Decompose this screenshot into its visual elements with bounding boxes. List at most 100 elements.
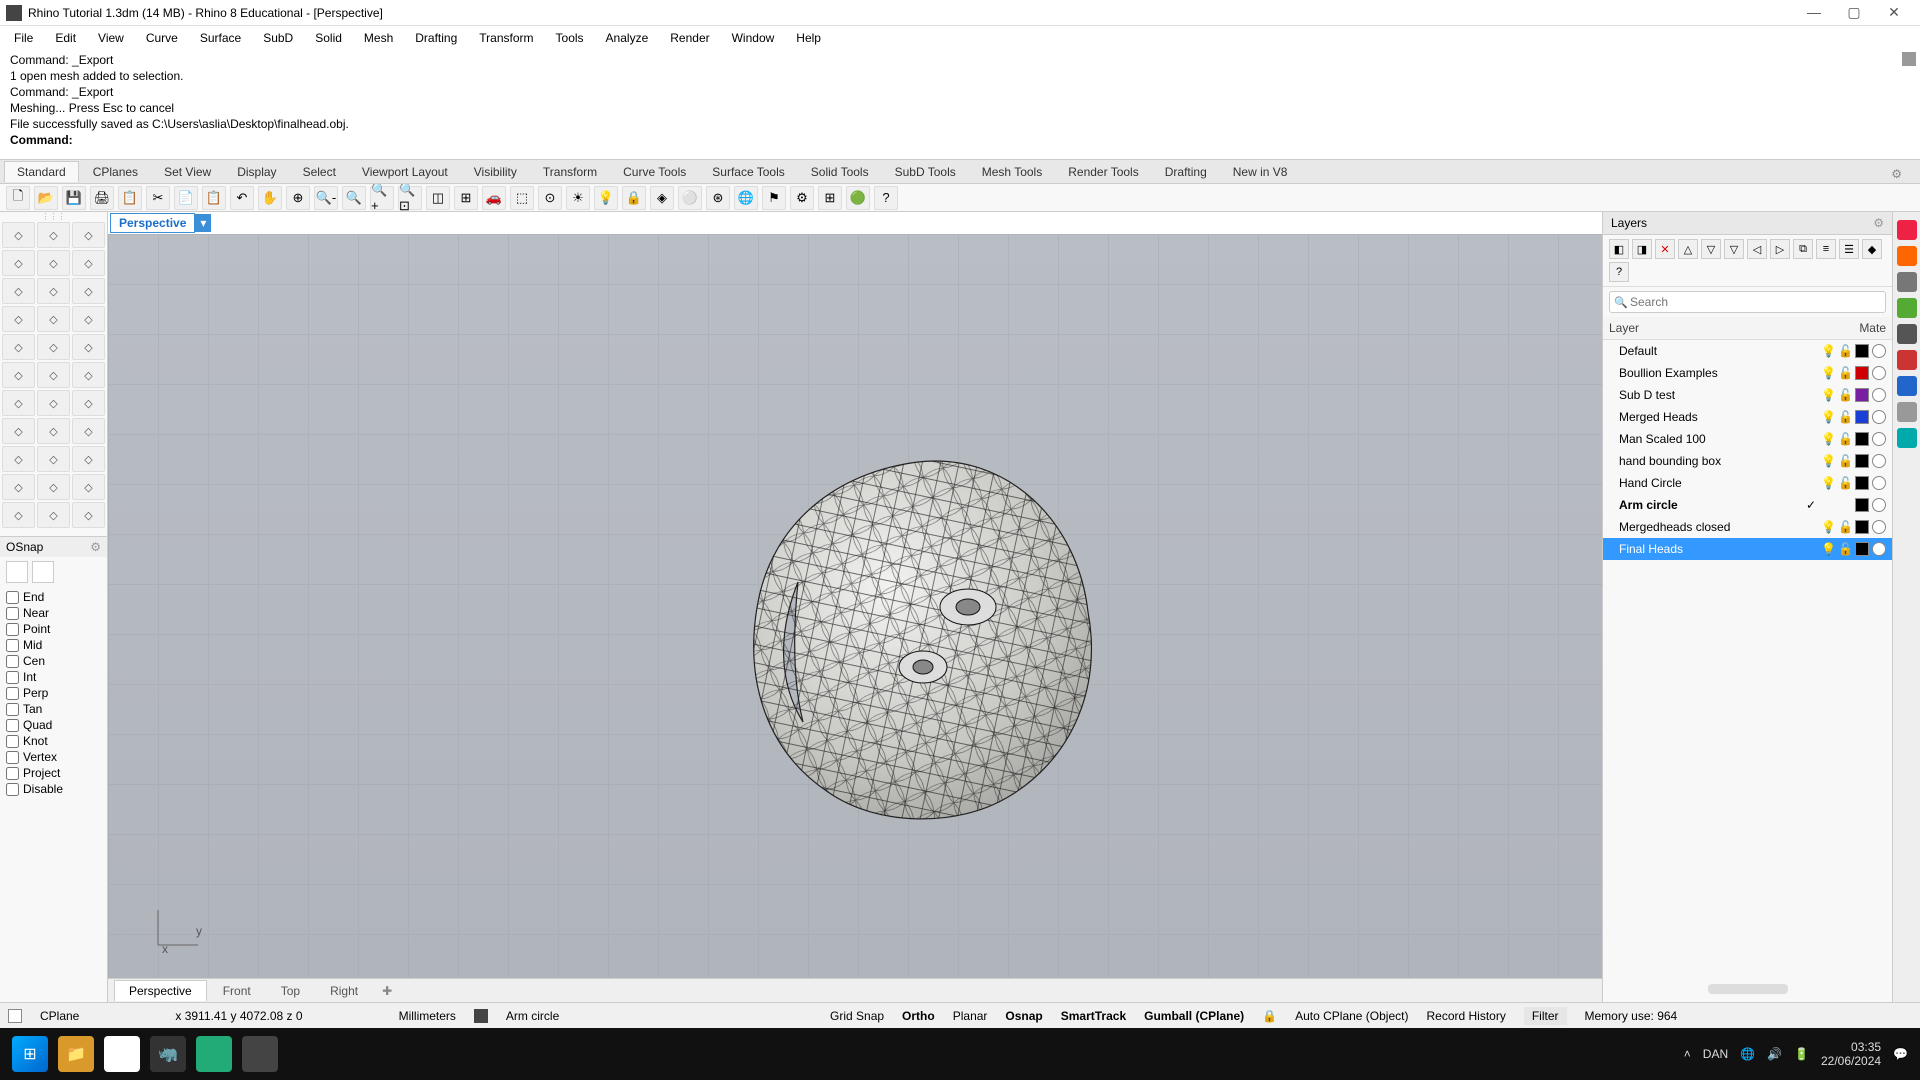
command-input[interactable]	[76, 133, 1596, 147]
menu-surface[interactable]: Surface	[190, 29, 251, 47]
osnap-knot[interactable]: Knot	[6, 733, 101, 749]
taskbar-app-icon-1[interactable]	[196, 1036, 232, 1072]
toolbar-button-3[interactable]: 🖨	[90, 186, 114, 210]
toolbar-tab-mesh-tools[interactable]: Mesh Tools	[970, 162, 1054, 182]
layer-visibility-icon[interactable]: 💡	[1821, 410, 1835, 424]
status-toggle-gumball-cplane-[interactable]: Gumball (CPlane)	[1144, 1009, 1244, 1023]
menu-view[interactable]: View	[88, 29, 134, 47]
sidebar-tab-2[interactable]	[1897, 246, 1917, 266]
osnap-checkbox-int[interactable]	[6, 671, 19, 684]
tool-button-30[interactable]: ◇	[2, 502, 35, 528]
layer-visibility-icon[interactable]: 💡	[1821, 366, 1835, 380]
layer-horizontal-scrollbar[interactable]	[1708, 984, 1788, 994]
toolbar-button-7[interactable]: 📋	[202, 186, 226, 210]
status-current-layer[interactable]: Arm circle	[506, 1009, 559, 1023]
osnap-near[interactable]: Near	[6, 605, 101, 621]
osnap-tool-1[interactable]	[6, 561, 28, 583]
toolbar-button-30[interactable]: 🟢	[846, 186, 870, 210]
menu-analyze[interactable]: Analyze	[596, 29, 659, 47]
viewport-menu-dropdown[interactable]: ▾	[195, 214, 211, 232]
tool-button-25[interactable]: ◇	[37, 446, 70, 472]
command-options-icon[interactable]	[1902, 52, 1916, 66]
osnap-checkbox-knot[interactable]	[6, 735, 19, 748]
minimize-button[interactable]: —	[1800, 4, 1828, 21]
osnap-mid[interactable]: Mid	[6, 637, 101, 653]
toolbar-tab-render-tools[interactable]: Render Tools	[1056, 162, 1151, 182]
osnap-project[interactable]: Project	[6, 765, 101, 781]
tool-button-5[interactable]: ◇	[72, 250, 105, 276]
layer-row[interactable]: Arm circle✓	[1603, 494, 1892, 516]
toolbar-tab-visibility[interactable]: Visibility	[462, 162, 529, 182]
layer-color-swatch[interactable]	[1855, 542, 1869, 556]
layer-row[interactable]: Boullion Examples💡🔓	[1603, 362, 1892, 384]
status-toggle-planar[interactable]: Planar	[953, 1009, 988, 1023]
layer-material-swatch[interactable]	[1872, 366, 1886, 380]
tool-button-14[interactable]: ◇	[72, 334, 105, 360]
status-units[interactable]: Millimeters	[399, 1009, 456, 1023]
tool-button-6[interactable]: ◇	[2, 278, 35, 304]
taskbar-chrome-icon[interactable]: ◉	[104, 1036, 140, 1072]
menu-tools[interactable]: Tools	[546, 29, 594, 47]
sidebar-tab-8[interactable]	[1897, 402, 1917, 422]
toolbar-button-4[interactable]: 📋	[118, 186, 142, 210]
tool-button-0[interactable]: ◇	[2, 222, 35, 248]
status-record-history[interactable]: Record History	[1426, 1009, 1505, 1023]
layer-visibility-icon[interactable]: 💡	[1821, 542, 1835, 556]
layer-visibility-icon[interactable]: 💡	[1821, 476, 1835, 490]
sidebar-tab-1[interactable]	[1897, 220, 1917, 240]
layers-panel-settings-icon[interactable]: ⚙	[1873, 216, 1884, 230]
toolbar-tab-surface-tools[interactable]: Surface Tools	[700, 162, 797, 182]
taskbar-explorer-icon[interactable]: 📁	[58, 1036, 94, 1072]
layer-toolbar-button-8[interactable]: ⧉	[1793, 239, 1813, 259]
tool-button-22[interactable]: ◇	[37, 418, 70, 444]
tool-button-2[interactable]: ◇	[72, 222, 105, 248]
toolbar-button-14[interactable]: 🔍⊡	[398, 186, 422, 210]
layer-color-swatch[interactable]	[1855, 454, 1869, 468]
tray-chevron-icon[interactable]: ˄	[1684, 1047, 1691, 1061]
toolbar-button-0[interactable]: 🗋	[6, 186, 30, 210]
tool-button-10[interactable]: ◇	[37, 306, 70, 332]
start-button[interactable]: ⊞	[12, 1036, 48, 1072]
viewport-tab-perspective[interactable]: Perspective	[114, 980, 207, 1001]
layer-material-swatch[interactable]	[1872, 498, 1886, 512]
viewport-tab-add[interactable]: ✚	[374, 981, 400, 1001]
layer-color-swatch[interactable]	[1855, 520, 1869, 534]
layer-color-swatch[interactable]	[1855, 432, 1869, 446]
layer-material-swatch[interactable]	[1872, 476, 1886, 490]
tool-button-13[interactable]: ◇	[37, 334, 70, 360]
layer-row[interactable]: Mergedheads closed💡🔓	[1603, 516, 1892, 538]
layer-visibility-icon[interactable]: 💡	[1821, 432, 1835, 446]
layer-color-swatch[interactable]	[1855, 344, 1869, 358]
layer-row[interactable]: Default💡🔓	[1603, 340, 1892, 362]
toolbar-tab-cplanes[interactable]: CPlanes	[81, 162, 150, 182]
layer-material-swatch[interactable]	[1872, 432, 1886, 446]
osnap-tool-2[interactable]	[32, 561, 54, 583]
osnap-int[interactable]: Int	[6, 669, 101, 685]
toolbar-button-31[interactable]: ?	[874, 186, 898, 210]
mesh-object[interactable]	[708, 432, 1128, 832]
layer-toolbar-button-4[interactable]: ▽	[1701, 239, 1721, 259]
layer-toolbar-button-6[interactable]: ◁	[1747, 239, 1767, 259]
status-toggle-osnap[interactable]: Osnap	[1005, 1009, 1042, 1023]
toolbar-button-28[interactable]: ⚙	[790, 186, 814, 210]
osnap-checkbox-perp[interactable]	[6, 687, 19, 700]
toolbar-button-12[interactable]: 🔍	[342, 186, 366, 210]
viewport-tab-front[interactable]: Front	[209, 981, 265, 1001]
viewport-tab-top[interactable]: Top	[267, 981, 314, 1001]
status-pane-toggle[interactable]	[8, 1009, 22, 1023]
status-toggle-smarttrack[interactable]: SmartTrack	[1061, 1009, 1126, 1023]
osnap-disable[interactable]: Disable	[6, 781, 101, 797]
toolbar-tab-subd-tools[interactable]: SubD Tools	[883, 162, 968, 182]
layer-lock-icon[interactable]: 🔓	[1838, 454, 1852, 468]
tool-button-26[interactable]: ◇	[72, 446, 105, 472]
osnap-checkbox-project[interactable]	[6, 767, 19, 780]
tool-button-24[interactable]: ◇	[2, 446, 35, 472]
tool-button-28[interactable]: ◇	[37, 474, 70, 500]
osnap-checkbox-vertex[interactable]	[6, 751, 19, 764]
tool-button-29[interactable]: ◇	[72, 474, 105, 500]
menu-help[interactable]: Help	[786, 29, 831, 47]
layer-color-swatch[interactable]	[1855, 388, 1869, 402]
menu-curve[interactable]: Curve	[136, 29, 188, 47]
layer-col-material[interactable]: Mate	[1859, 321, 1886, 335]
layer-color-swatch[interactable]	[1855, 410, 1869, 424]
